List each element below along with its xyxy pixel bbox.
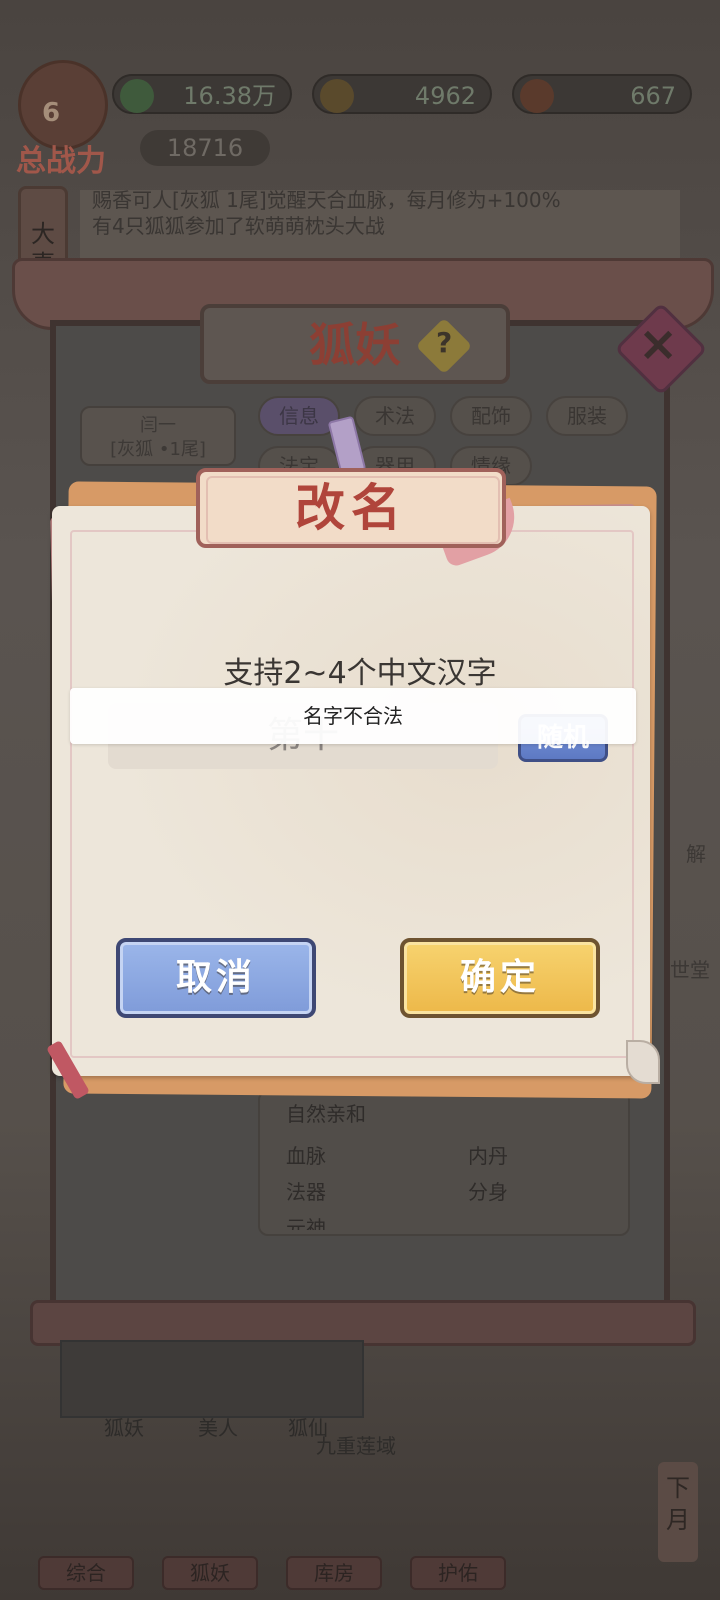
info-cell: 元神 <box>286 1216 326 1230</box>
info-cell: 血脉 <box>286 1144 326 1168</box>
character-name: 闫一 <box>140 415 176 436</box>
dialog-title: 改名 <box>295 479 407 537</box>
info-cell: 分身 <box>468 1180 508 1204</box>
cancel-button[interactable]: 取消 <box>116 938 316 1018</box>
nav-blessing[interactable]: 护佑 <box>410 1556 506 1590</box>
event-line: 赐香可人[灰狐 1尾]觉醒天合血脉，每月修为+100% <box>92 188 561 210</box>
close-mark: × <box>638 316 679 372</box>
info-cell: 法器 <box>286 1180 326 1204</box>
total-power-label: 总战力 <box>16 144 106 179</box>
sub-nav <box>60 1340 364 1418</box>
sub-nav-beauty[interactable]: 美人 <box>198 1412 238 1441</box>
character-name-tag: 闫一 [灰狐 •1尾] <box>80 406 236 466</box>
jade-amount: 16.38万 <box>183 82 276 110</box>
character-type: [灰狐 •1尾] <box>110 439 206 460</box>
tab-accessories[interactable]: 配饰 <box>450 396 532 436</box>
scroll-curl <box>626 1040 660 1084</box>
sub-nav-fox[interactable]: 狐妖 <box>104 1412 144 1441</box>
world-hall-label[interactable]: 世堂 <box>670 954 710 983</box>
help-mark: ? <box>436 326 453 359</box>
gold-amount: 4962 <box>414 82 476 110</box>
next-month-button[interactable]: 下月 <box>658 1462 698 1562</box>
total-power-value: 18716 <box>140 130 270 166</box>
peach-amount: 667 <box>630 82 676 110</box>
name-hint: 支持2~4个中文汉字 <box>223 656 497 691</box>
power-level: 6 <box>42 98 61 128</box>
nav-storage[interactable]: 库房 <box>286 1556 382 1590</box>
tab-costume[interactable]: 服装 <box>546 396 628 436</box>
peach-resource[interactable]: 667 <box>512 74 692 114</box>
gold-coin-icon <box>320 79 354 113</box>
gold-resource[interactable]: 4962 <box>312 74 492 114</box>
unlock-label[interactable]: 解 <box>686 838 706 867</box>
event-line: 有4只狐狐参加了软萌萌枕头大战 <box>92 214 385 238</box>
tab-info[interactable]: 信息 <box>258 396 340 436</box>
tab-spells[interactable]: 术法 <box>354 396 436 436</box>
info-header: 自然亲和 <box>286 1102 366 1126</box>
nav-fox[interactable]: 狐妖 <box>162 1556 258 1590</box>
jade-resource[interactable]: 16.38万 <box>112 74 292 114</box>
info-cell: 内丹 <box>468 1144 508 1168</box>
region-name: 九重莲域 <box>316 1434 396 1458</box>
error-toast: 名字不合法 <box>70 688 636 744</box>
peach-icon <box>520 79 554 113</box>
nav-overview[interactable]: 综合 <box>38 1556 134 1590</box>
confirm-button[interactable]: 确定 <box>400 938 600 1018</box>
jade-gem-icon <box>120 79 154 113</box>
